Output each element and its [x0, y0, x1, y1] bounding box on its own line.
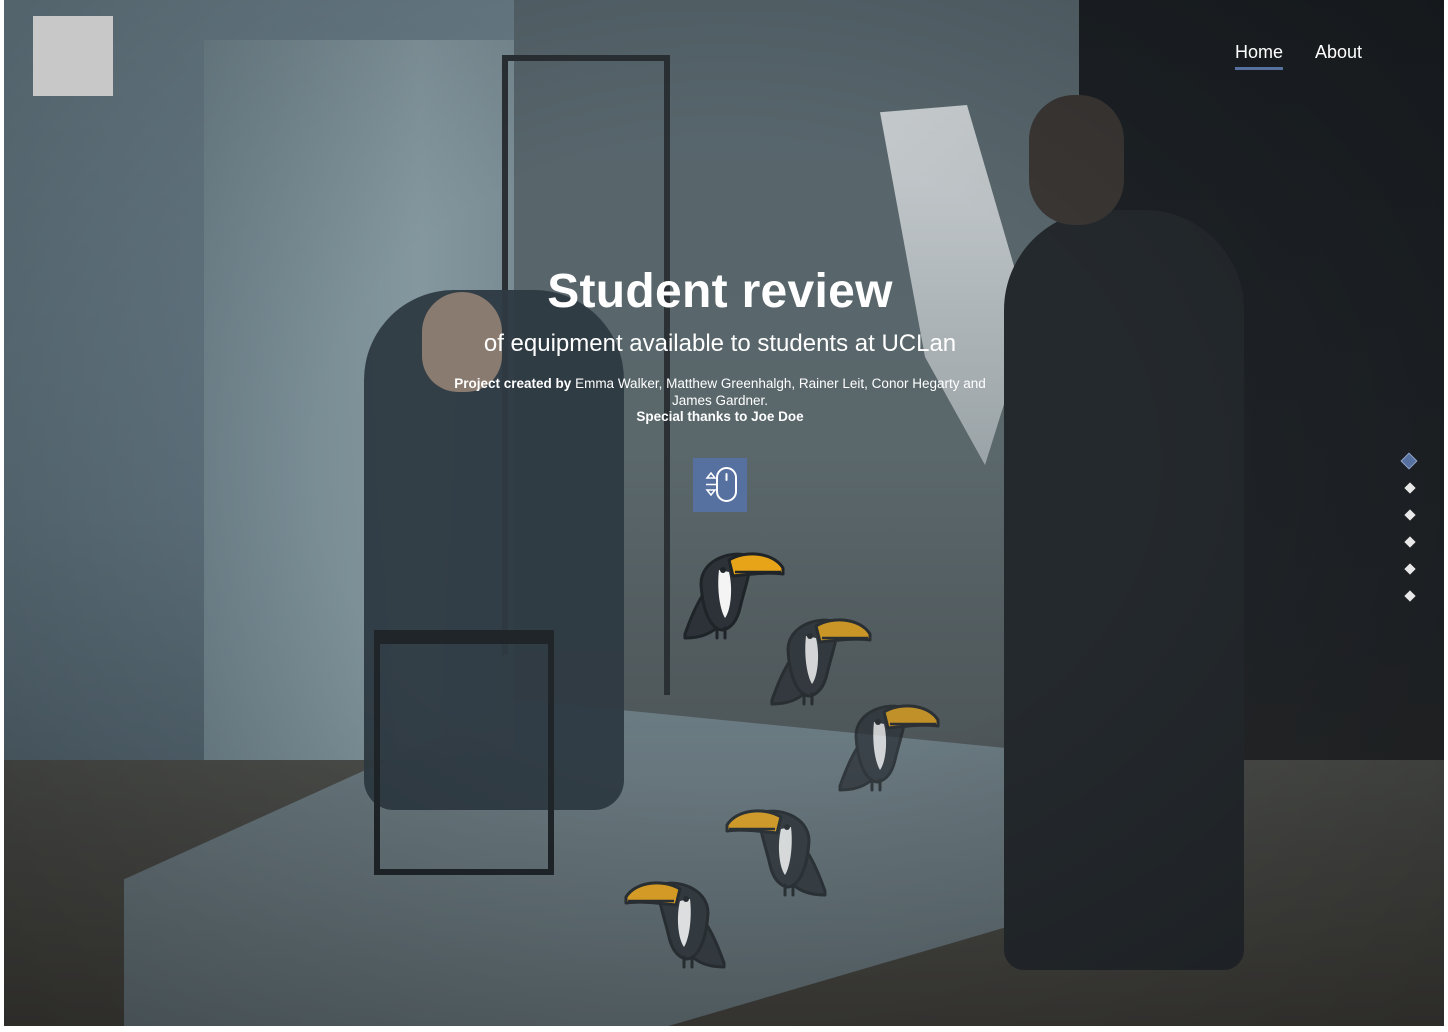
nav-about-link[interactable]: About	[1315, 42, 1362, 70]
credits-label: Project created by	[454, 376, 572, 391]
hero-credits: Project created by Emma Walker, Matthew …	[445, 376, 995, 426]
toucan-illustration	[838, 704, 940, 792]
toucan-illustration	[770, 618, 872, 706]
credits-names: Emma Walker, Matthew Greenhalgh, Rainer …	[575, 376, 986, 408]
mouse-scroll-icon	[705, 467, 737, 502]
hero-title: Student review	[547, 265, 893, 318]
nav-home-link[interactable]: Home	[1235, 42, 1284, 70]
scroll-down-button[interactable]	[693, 458, 747, 512]
hero-section	[4, 0, 1444, 1026]
toucan-illustration	[624, 881, 726, 969]
special-thanks: Special thanks to Joe Doe	[636, 409, 804, 424]
overlay	[4, 0, 1444, 1026]
hero-subtitle: of equipment available to students at UC…	[483, 330, 957, 357]
logo-placeholder[interactable]	[33, 16, 113, 96]
main-nav: Home About	[1235, 42, 1362, 70]
